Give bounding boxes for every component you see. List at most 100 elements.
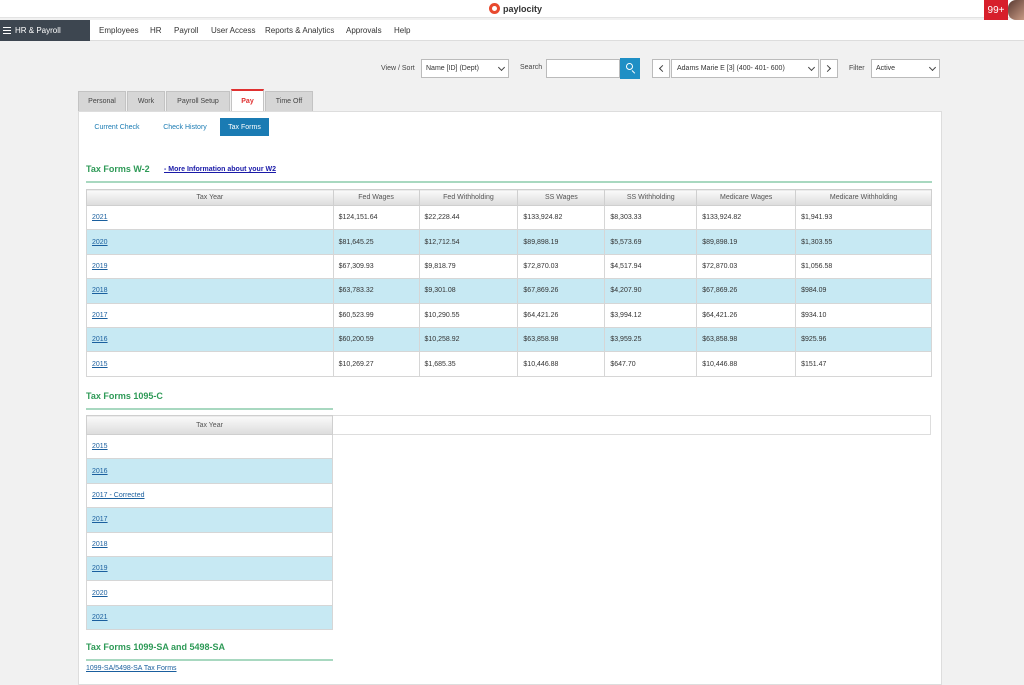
fed-withholding-cell: $9,818.79 <box>418 253 519 280</box>
f1095c-year-link[interactable]: 2021 <box>92 614 108 621</box>
table-row: 2016 <box>86 458 333 484</box>
medicare-withholding-cell: $934.10 <box>795 302 932 328</box>
tax-year-cell: 2017 - Corrected <box>86 482 333 509</box>
avatar[interactable] <box>1008 0 1024 20</box>
f1095c-section-title: Tax Forms 1095-C <box>86 391 163 401</box>
f1095c-year-link[interactable]: 2019 <box>92 565 108 572</box>
tax-year-cell: 2021 <box>86 604 333 631</box>
f1095c-year-link[interactable]: 2016 <box>92 468 108 475</box>
tab-pay[interactable]: Pay <box>231 89 264 111</box>
f1095c-year-link[interactable]: 2020 <box>92 590 108 597</box>
previous-employee-button[interactable] <box>652 59 670 78</box>
fed-withholding-cell: $9,301.08 <box>418 278 519 304</box>
w2-divider <box>86 181 932 183</box>
nav-item-payroll[interactable]: Payroll <box>174 26 198 35</box>
f1095c-year-link[interactable]: 2015 <box>92 443 108 450</box>
column-header-ss-withholding[interactable]: SS Withholding <box>604 189 698 206</box>
view-sort-select[interactable]: Name [ID] (Dept) <box>421 59 509 78</box>
tab-personal[interactable]: Personal <box>78 91 126 111</box>
nav-item-help[interactable]: Help <box>394 26 410 35</box>
nav-item-user-access[interactable]: User Access <box>211 26 255 35</box>
f1099-divider <box>86 659 333 661</box>
fed-wages-cell: $63,783.32 <box>332 278 420 304</box>
filter-label: Filter <box>849 65 865 72</box>
tax-year-cell: 2019 <box>86 555 333 582</box>
tab-payroll-setup[interactable]: Payroll Setup <box>166 91 230 111</box>
ss-withholding-cell: $4,207.90 <box>604 278 698 304</box>
w2-year-link[interactable]: 2020 <box>92 239 108 246</box>
fed-withholding-cell: $22,228.44 <box>418 204 519 231</box>
tab-time-off[interactable]: Time Off <box>265 91 313 111</box>
medicare-wages-cell: $10,446.88 <box>696 351 797 377</box>
subtab-check-history[interactable]: Check History <box>154 118 216 136</box>
column-header-fed-withholding[interactable]: Fed Withholding <box>418 189 519 206</box>
nav-item-approvals[interactable]: Approvals <box>346 26 382 35</box>
view-sort-label: View / Sort <box>381 65 415 72</box>
search-input[interactable] <box>546 59 620 78</box>
column-header-medicare-withholding[interactable]: Medicare Withholding <box>795 189 932 206</box>
column-header-fed-wages[interactable]: Fed Wages <box>332 189 420 206</box>
w2-year-link[interactable]: 2016 <box>92 336 108 343</box>
fed-wages-cell: $81,645.25 <box>332 229 420 255</box>
f1099-sa-forms-link[interactable]: 1099-SA/5498-SA Tax Forms <box>86 665 177 672</box>
medicare-withholding-cell: $925.96 <box>795 326 932 353</box>
f1095c-year-link[interactable]: 2017 <box>92 516 108 523</box>
subtab-tax-forms[interactable]: Tax Forms <box>220 118 269 136</box>
table-row: 2017 <box>86 507 333 533</box>
tax-year-cell: 2015 <box>86 433 333 460</box>
f1099-section-title: Tax Forms 1099-SA and 5498-SA <box>86 642 226 652</box>
tax-year-cell: 2016 <box>86 458 333 484</box>
notification-badge[interactable]: 99+ <box>984 0 1008 20</box>
tax-year-cell: 2019 <box>86 253 334 280</box>
search-button[interactable] <box>620 58 640 79</box>
nav-item-hr[interactable]: HR <box>150 26 162 35</box>
ss-wages-cell: $10,446.88 <box>517 351 606 377</box>
fed-withholding-cell: $10,258.92 <box>418 326 519 353</box>
w2-year-link[interactable]: 2018 <box>92 287 108 294</box>
hamburger-icon <box>3 27 11 34</box>
f1095c-year-link[interactable]: 2018 <box>92 541 108 548</box>
w2-more-info-link[interactable]: - More Information about your W2 <box>164 166 276 173</box>
w2-year-link[interactable]: 2015 <box>92 361 108 368</box>
column-header-tax-year[interactable]: Tax Year <box>86 415 333 435</box>
table-row: 2015 <box>86 433 333 460</box>
nav-item-employees[interactable]: Employees <box>99 26 139 35</box>
employee-select[interactable]: Adams Marie E [3] (400- 401- 600) <box>671 59 819 78</box>
table-row: 2020 <box>86 580 333 606</box>
w2-year-link[interactable]: 2019 <box>92 263 108 270</box>
nav-item-reports-analytics[interactable]: Reports & Analytics <box>265 26 334 35</box>
column-header-tax-year[interactable]: Tax Year <box>86 189 334 206</box>
f1095c-detail-area <box>333 415 931 435</box>
column-header-ss-wages[interactable]: SS Wages <box>517 189 606 206</box>
top-bar: paylocity <box>0 0 1024 18</box>
ss-withholding-cell: $647.70 <box>604 351 698 377</box>
app-label: HR & Payroll <box>15 26 61 35</box>
table-row: 2019 $67,309.93 $9,818.79 $72,870.03 $4,… <box>86 253 932 280</box>
fed-wages-cell: $10,269.27 <box>332 351 420 377</box>
ss-withholding-cell: $3,959.25 <box>604 326 698 353</box>
ss-wages-cell: $72,870.03 <box>517 253 606 280</box>
w2-year-link[interactable]: 2021 <box>92 214 108 221</box>
next-employee-button[interactable] <box>820 59 838 78</box>
filter-select[interactable]: Active <box>871 59 940 78</box>
paylocity-logo-icon <box>489 3 500 14</box>
subtab-current-check[interactable]: Current Check <box>86 118 148 136</box>
f1095c-divider <box>86 408 333 410</box>
w2-year-link[interactable]: 2017 <box>92 312 108 319</box>
f1095c-year-link[interactable]: 2017 - Corrected <box>92 492 145 499</box>
medicare-withholding-cell: $1,941.93 <box>795 204 932 231</box>
ss-wages-cell: $133,924.82 <box>517 204 606 231</box>
fed-wages-cell: $60,200.59 <box>332 326 420 353</box>
table-row: 2017 - Corrected <box>86 482 333 509</box>
brand-logo[interactable]: paylocity <box>489 3 542 14</box>
tab-work[interactable]: Work <box>127 91 165 111</box>
tax-year-cell: 2016 <box>86 326 334 353</box>
medicare-wages-cell: $67,869.26 <box>696 278 797 304</box>
fed-withholding-cell: $12,712.54 <box>418 229 519 255</box>
table-row: 2021 $124,151.64 $22,228.44 $133,924.82 … <box>86 204 932 231</box>
column-header-medicare-wages[interactable]: Medicare Wages <box>696 189 797 206</box>
app-switcher-button[interactable]: HR & Payroll <box>0 20 90 41</box>
fed-wages-cell: $67,309.93 <box>332 253 420 280</box>
table-row: 2021 <box>86 604 333 631</box>
ss-withholding-cell: $4,517.94 <box>604 253 698 280</box>
